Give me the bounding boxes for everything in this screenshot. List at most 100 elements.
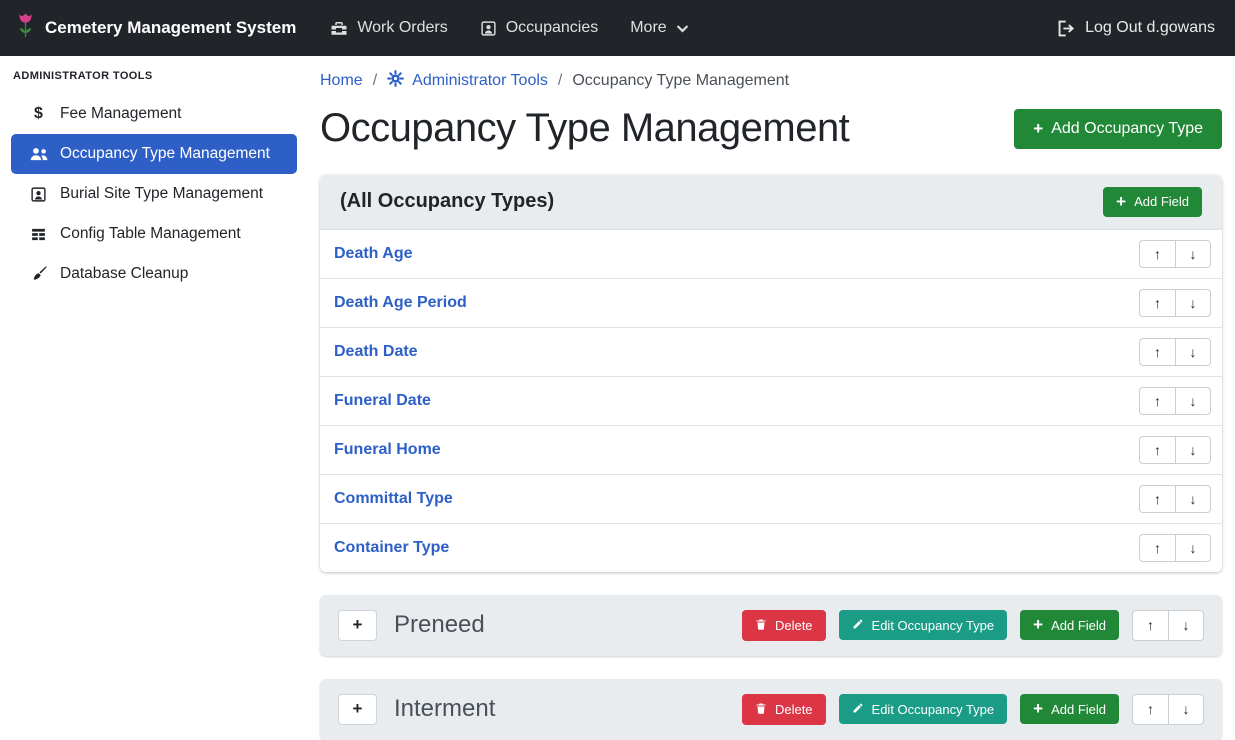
up-arrow-icon: ↑	[1154, 442, 1161, 458]
sidebar-item-config-table-management[interactable]: Config Table Management	[11, 214, 297, 254]
edit-label: Edit Occupancy Type	[872, 703, 995, 716]
sidebar-item-fee-management[interactable]: $ Fee Management	[11, 94, 297, 134]
nav-occupancies-label: Occupancies	[506, 19, 599, 37]
move-up-button[interactable]: ↑	[1132, 610, 1168, 641]
trash-icon	[755, 618, 767, 633]
breadcrumb-current: Occupancy Type Management	[572, 72, 789, 90]
move-down-button[interactable]: ↓	[1175, 534, 1211, 562]
delete-label: Delete	[775, 619, 813, 632]
occupancy-type-section-interment: + Interment Delete Edit Occupancy Type +…	[320, 679, 1222, 740]
breadcrumb-separator: /	[373, 72, 377, 90]
move-down-button[interactable]: ↓	[1175, 485, 1211, 513]
occupancy-type-section-preneed: + Preneed Delete Edit Occupancy Type + A…	[320, 595, 1222, 656]
down-arrow-icon: ↓	[1190, 393, 1197, 409]
nav-work-orders[interactable]: Work Orders	[330, 19, 447, 37]
add-field-button[interactable]: + Add Field	[1020, 694, 1119, 724]
main-content: Home / Administrator Tools / Occupancy T…	[308, 56, 1235, 738]
expand-button[interactable]: +	[338, 694, 377, 725]
add-occupancy-type-button[interactable]: + Add Occupancy Type	[1014, 109, 1222, 149]
move-up-button[interactable]: ↑	[1139, 485, 1175, 513]
app-brand[interactable]: Cemetery Management System	[16, 12, 296, 44]
breadcrumb-home-link[interactable]: Home	[320, 72, 363, 90]
field-row: Funeral Home ↑ ↓	[320, 425, 1222, 474]
reorder-controls: ↑ ↓	[1139, 485, 1211, 513]
admin-tools-sidebar: ADMINISTRATOR TOOLS $ Fee Management Occ…	[0, 56, 308, 738]
broom-icon	[28, 265, 49, 283]
delete-button[interactable]: Delete	[742, 610, 826, 641]
field-link[interactable]: Death Date	[334, 343, 418, 361]
table-icon	[28, 226, 49, 243]
nav-more[interactable]: More	[630, 19, 688, 37]
field-link[interactable]: Committal Type	[334, 490, 453, 508]
move-down-button[interactable]: ↓	[1168, 610, 1204, 641]
logout-icon	[1057, 20, 1076, 37]
card-title: (All Occupancy Types)	[340, 190, 554, 213]
move-down-button[interactable]: ↓	[1168, 694, 1204, 725]
app-title: Cemetery Management System	[45, 18, 296, 38]
sidebar-item-label: Occupancy Type Management	[60, 145, 270, 163]
up-arrow-icon: ↑	[1154, 246, 1161, 262]
move-down-button[interactable]: ↓	[1175, 338, 1211, 366]
field-link[interactable]: Funeral Home	[334, 441, 441, 459]
move-down-button[interactable]: ↓	[1175, 240, 1211, 268]
move-up-button[interactable]: ↑	[1139, 289, 1175, 317]
section-actions: Delete Edit Occupancy Type + Add Field ↑…	[742, 610, 1204, 641]
plus-icon: +	[1033, 702, 1043, 716]
dollar-icon: $	[28, 105, 49, 123]
sidebar-item-occupancy-type-management[interactable]: Occupancy Type Management	[11, 134, 297, 174]
logout-link[interactable]: Log Out d.gowans	[1057, 19, 1215, 37]
move-up-button[interactable]: ↑	[1139, 534, 1175, 562]
move-down-button[interactable]: ↓	[1175, 436, 1211, 464]
plus-icon: +	[1116, 195, 1126, 209]
sidebar-item-burial-site-type-management[interactable]: Burial Site Type Management	[11, 174, 297, 214]
move-up-button[interactable]: ↑	[1139, 338, 1175, 366]
field-row: Death Date ↑ ↓	[320, 327, 1222, 376]
edit-label: Edit Occupancy Type	[872, 619, 995, 632]
reorder-controls: ↑ ↓	[1139, 387, 1211, 415]
field-link[interactable]: Container Type	[334, 539, 449, 557]
down-arrow-icon: ↓	[1190, 491, 1197, 507]
pencil-icon	[852, 618, 864, 632]
delete-button[interactable]: Delete	[742, 694, 826, 725]
expand-button[interactable]: +	[338, 610, 377, 641]
move-up-button[interactable]: ↑	[1139, 387, 1175, 415]
down-arrow-icon: ↓	[1190, 295, 1197, 311]
up-arrow-icon: ↑	[1154, 540, 1161, 556]
gear-icon	[387, 70, 404, 92]
move-up-button[interactable]: ↑	[1132, 694, 1168, 725]
sidebar-item-label: Burial Site Type Management	[60, 185, 263, 203]
field-row: Death Age ↑ ↓	[320, 229, 1222, 278]
flower-logo-icon	[16, 12, 35, 44]
nav-more-label: More	[630, 19, 666, 37]
edit-occupancy-type-button[interactable]: Edit Occupancy Type	[839, 610, 1008, 640]
person-booth-icon	[480, 20, 497, 37]
down-arrow-icon: ↓	[1183, 701, 1190, 717]
move-up-button[interactable]: ↑	[1139, 240, 1175, 268]
plus-icon: +	[353, 615, 363, 635]
burial-site-icon	[28, 186, 49, 203]
section-title: Interment	[394, 695, 495, 723]
field-link[interactable]: Death Age	[334, 245, 413, 263]
move-up-button[interactable]: ↑	[1139, 436, 1175, 464]
down-arrow-icon: ↓	[1190, 540, 1197, 556]
sidebar-item-label: Database Cleanup	[60, 265, 188, 283]
breadcrumb-separator: /	[558, 72, 562, 90]
add-field-button[interactable]: + Add Field	[1103, 187, 1202, 217]
users-icon	[28, 146, 49, 162]
logout-label: Log Out d.gowans	[1085, 19, 1215, 37]
move-down-button[interactable]: ↓	[1175, 387, 1211, 415]
edit-occupancy-type-button[interactable]: Edit Occupancy Type	[839, 694, 1008, 724]
move-down-button[interactable]: ↓	[1175, 289, 1211, 317]
down-arrow-icon: ↓	[1190, 344, 1197, 360]
field-link[interactable]: Funeral Date	[334, 392, 431, 410]
sidebar-item-database-cleanup[interactable]: Database Cleanup	[11, 254, 297, 294]
reorder-controls: ↑ ↓	[1139, 534, 1211, 562]
breadcrumb-admin-tools-link[interactable]: Administrator Tools	[387, 70, 548, 92]
field-link[interactable]: Death Age Period	[334, 294, 467, 312]
add-field-button[interactable]: + Add Field	[1020, 610, 1119, 640]
add-occupancy-type-label: Add Occupancy Type	[1051, 121, 1203, 137]
add-field-label: Add Field	[1051, 703, 1106, 716]
nav-occupancies[interactable]: Occupancies	[480, 19, 599, 37]
field-row: Funeral Date ↑ ↓	[320, 376, 1222, 425]
down-arrow-icon: ↓	[1190, 442, 1197, 458]
